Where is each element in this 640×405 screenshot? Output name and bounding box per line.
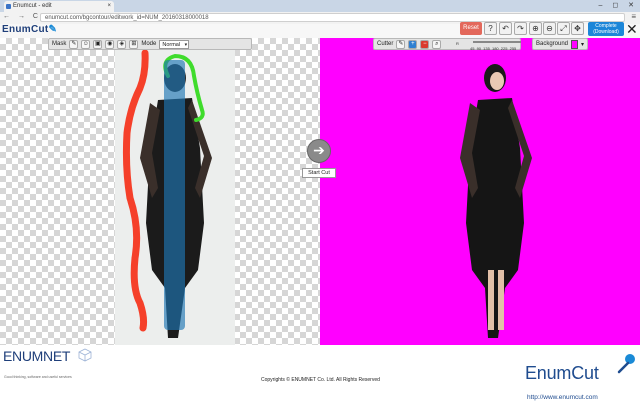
zoom-in-icon[interactable]: ⊕ xyxy=(529,22,542,35)
start-cut-button[interactable]: ➔ xyxy=(307,139,331,163)
website-link[interactable]: http://www.enumcut.com xyxy=(527,394,598,401)
mode-select[interactable]: Normal xyxy=(159,39,190,49)
add-icon[interactable]: + xyxy=(408,39,418,49)
brush-size-slider[interactable] xyxy=(473,41,521,43)
mask-stroke-blue xyxy=(164,60,185,330)
enumnet-logo[interactable]: ENUMNET xyxy=(3,348,70,364)
close-editor-icon[interactable]: ✕ xyxy=(626,21,638,38)
result-cutout xyxy=(460,64,532,338)
tick-label: 225 xyxy=(500,46,508,51)
start-cut-label[interactable]: Start Cut xyxy=(302,168,336,178)
reset-button[interactable]: Reset xyxy=(460,22,482,35)
tick-label: 135 xyxy=(483,46,490,51)
mask-label: Mask xyxy=(52,41,67,47)
cutter-label: Cutter xyxy=(377,41,394,47)
enumnet-tagline: Good thinking, software and useful servi… xyxy=(4,375,72,379)
mask-overlay[interactable] xyxy=(0,38,320,345)
tab-title: Enumcut - edit xyxy=(13,3,52,9)
cutter-zoom-icon[interactable]: ⌕ xyxy=(432,39,442,49)
pen-nib-icon xyxy=(617,354,635,374)
enumcut-footer-logo[interactable]: EnumCut xyxy=(525,363,599,384)
fit-screen-icon[interactable]: ⤢ xyxy=(557,22,570,35)
background-color-swatch[interactable] xyxy=(571,39,578,49)
complete-download-button[interactable]: Complete (Download) xyxy=(588,22,624,36)
brush-size-ticks: 45 90 135 180 225 255 xyxy=(470,46,516,51)
redo-icon[interactable]: ↷ xyxy=(514,22,527,35)
brush-icon[interactable]: ✎ xyxy=(69,39,79,49)
nav-buttons[interactable]: ← → C xyxy=(3,13,41,20)
favicon-icon xyxy=(6,4,11,9)
undo-icon[interactable]: ↶ xyxy=(499,22,512,35)
background-toolbar[interactable]: Background ▾ xyxy=(532,38,588,50)
grid-icon[interactable]: ⊞ xyxy=(129,39,139,49)
foreground-icon[interactable]: ◉ xyxy=(105,39,115,49)
url-field[interactable]: enumcut.com/bgcontour/editwork_id=NUM_20… xyxy=(40,13,625,22)
mode-label: Mode xyxy=(141,41,157,47)
bbox-icon[interactable]: ▣ xyxy=(93,39,103,49)
browser-tab[interactable]: Enumcut - edit × xyxy=(4,1,114,12)
app-logo-text: EnumCut xyxy=(2,24,49,35)
pen-icon: ✎ xyxy=(48,24,58,35)
fill-icon[interactable]: ◈ xyxy=(117,39,127,49)
copyright-text: Copyrights © ENUMNET Co. Ltd. All Rights… xyxy=(261,377,380,383)
mask-stroke-red xyxy=(122,49,149,332)
help-icon[interactable]: ? xyxy=(484,22,497,35)
browser-menu-icon[interactable]: ≡ xyxy=(631,12,636,21)
tab-close-icon[interactable]: × xyxy=(107,1,111,12)
cube-icon xyxy=(78,348,92,362)
cutter-brush-icon[interactable]: ✎ xyxy=(396,39,406,49)
person-icon[interactable]: ☺ xyxy=(81,39,91,49)
window-controls[interactable]: – ◻ ✕ xyxy=(599,1,638,9)
brush-size-label: R xyxy=(456,41,459,46)
app-logo: EnumCut✎ xyxy=(2,24,57,35)
tick-label: 90 xyxy=(476,46,482,51)
dropdown-chevron-icon[interactable]: ▾ xyxy=(581,41,584,48)
remove-icon[interactable]: − xyxy=(420,39,430,49)
zoom-out-icon[interactable]: ⊖ xyxy=(543,22,556,35)
tick-label: 45 xyxy=(470,46,475,51)
move-icon[interactable]: ✥ xyxy=(571,22,584,35)
download-label: (Download) xyxy=(593,29,619,35)
tick-label: 255 xyxy=(509,46,517,51)
mask-toolbar: Mask ✎ ☺ ▣ ◉ ◈ ⊞ Mode Normal xyxy=(48,38,252,50)
background-label: Background xyxy=(536,41,569,47)
tick-label: 180 xyxy=(491,46,499,51)
